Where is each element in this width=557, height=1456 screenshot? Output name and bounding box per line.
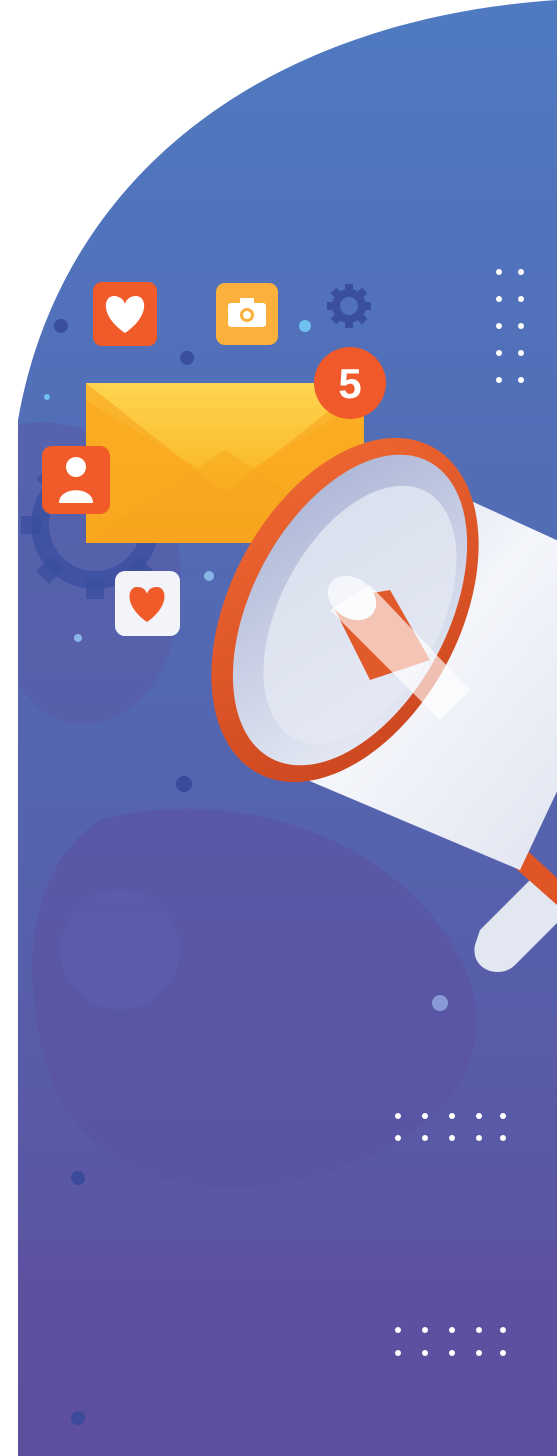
- heart-icon: [115, 571, 180, 636]
- notification-badge: 5: [314, 347, 386, 419]
- user-icon: [42, 446, 110, 514]
- camera-icon: [216, 283, 278, 345]
- illustration-canvas: 5: [0, 0, 557, 1456]
- heart-icon: [93, 282, 157, 346]
- megaphone-illustration: 5: [18, 0, 557, 1456]
- notification-count: 5: [338, 360, 361, 407]
